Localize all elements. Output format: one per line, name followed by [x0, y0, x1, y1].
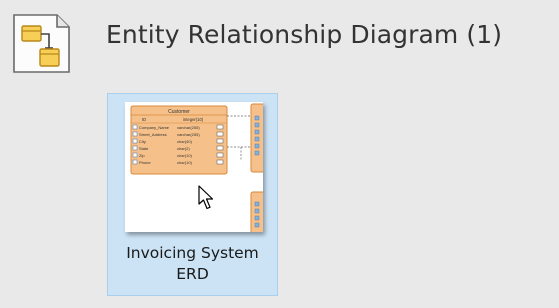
relationship-lines — [227, 115, 251, 160]
entity-column-type: char(10) — [177, 153, 193, 158]
entity-column-name: City — [139, 139, 146, 144]
entity-partial-bottom — [250, 191, 263, 232]
entity-column-name: Zip — [139, 153, 145, 158]
entity-column-type: varchar(255) — [177, 125, 200, 130]
erd-diagram-icon — [11, 12, 74, 75]
entity-column-type: char(10) — [177, 160, 193, 165]
diagram-name-line1: Invoicing System — [126, 244, 259, 262]
entity-column-type: varchar(255) — [177, 132, 200, 137]
entity-column-name: Street_Address — [139, 132, 167, 137]
entity-customer-title: Customer — [168, 109, 190, 115]
diagram-name-line2: ERD — [176, 265, 209, 283]
mouse-pointer-icon — [198, 185, 216, 211]
diagram-thumbnail: Customer ID integer(10) Company_Name var… — [125, 102, 263, 232]
entity-customer: Customer ID integer(10) Company_Name var… — [130, 105, 228, 175]
entity-column-type: char(40) — [177, 139, 193, 144]
entity-column-type: char(2) — [177, 146, 190, 151]
diagram-tile-invoicing-system-erd[interactable]: Customer ID integer(10) Company_Name var… — [107, 93, 278, 296]
entity-column-name: Company_Name — [139, 125, 170, 130]
entity-partial-top — [250, 103, 263, 173]
section-title: Entity Relationship Diagram (1) — [106, 20, 503, 49]
entity-column-type: integer(10) — [183, 117, 204, 122]
entity-column-name: State — [139, 146, 149, 151]
diagram-name: Invoicing System ERD — [108, 243, 277, 285]
entity-column-name: ID — [142, 117, 146, 122]
entity-column-name: Phone — [139, 160, 151, 165]
